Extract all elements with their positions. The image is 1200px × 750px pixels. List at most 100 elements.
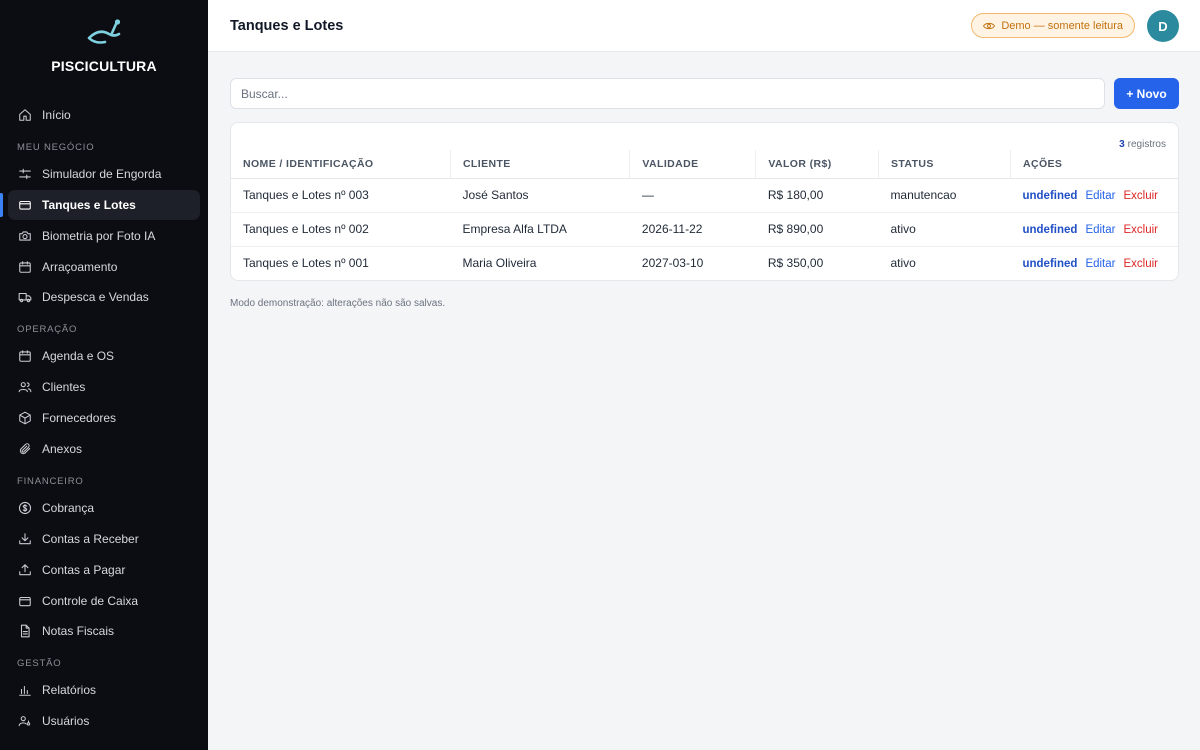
truck-icon — [17, 290, 32, 305]
view-link[interactable]: undefined — [1022, 190, 1077, 202]
records-card: 3 registros NOME / IDENTIFICAÇÃO CLIENTE… — [230, 122, 1179, 281]
toolbar: + Novo — [230, 78, 1179, 109]
column-header-cliente[interactable]: CLIENTE — [449, 150, 630, 179]
sliders-icon — [17, 166, 32, 181]
sidebar-item-label: Usuários — [42, 714, 90, 729]
fish-logo-icon — [87, 19, 121, 44]
cell-validade: — — [629, 178, 756, 213]
sidebar-item-label: Notas Fiscais — [42, 624, 115, 639]
calendar-icon — [17, 349, 32, 364]
delete-link[interactable]: Excluir — [1123, 224, 1158, 236]
sidebar-item-label: Agenda e OS — [42, 349, 115, 364]
cell-status: ativo — [878, 212, 1011, 247]
sidebar-item-contas-receber[interactable]: Contas a Receber — [8, 524, 200, 554]
cell-status: manutencao — [878, 178, 1011, 213]
box-icon — [17, 411, 32, 426]
sidebar-item-relatorios[interactable]: Relatórios — [8, 675, 200, 705]
sidebar-item-contas-pagar[interactable]: Contas a Pagar — [8, 555, 200, 585]
sidebar-item-agenda[interactable]: Agenda e OS — [8, 341, 200, 371]
cell-nome: Tanques e Lotes nº 003 — [231, 178, 451, 213]
cell-cliente: José Santos — [450, 178, 630, 213]
sidebar-item-controle-caixa[interactable]: Controle de Caixa — [8, 586, 200, 616]
sidebar-item-label: Despesca e Vendas — [42, 290, 149, 305]
sidebar-item-label: Início — [42, 108, 71, 122]
section-financeiro: FINANCEIRO — [17, 475, 84, 487]
table-row: Tanques e Lotes nº 002 Empresa Alfa LTDA… — [231, 212, 1178, 247]
cell-valor: R$ 350,00 — [767, 256, 824, 271]
layers-icon — [17, 197, 32, 212]
sidebar-item-usuarios[interactable]: Usuários — [8, 706, 200, 736]
sidebar-item-label: Cobrança — [42, 500, 95, 515]
table-row: Tanques e Lotes nº 001 Maria Oliveira 20… — [231, 246, 1178, 280]
edit-link[interactable]: Editar — [1085, 224, 1115, 236]
records-table: NOME / IDENTIFICAÇÃO CLIENTE VALIDADE VA… — [231, 150, 1178, 280]
sidebar-item-label: Anexos — [42, 442, 83, 457]
table-row: Tanques e Lotes nº 003 José Santos — R$ … — [231, 178, 1178, 213]
home-icon — [17, 108, 32, 123]
edit-link[interactable]: Editar — [1085, 190, 1115, 202]
active-indicator — [0, 193, 3, 217]
cell-cliente: Empresa Alfa LTDA — [450, 212, 630, 247]
demo-badge: Demo — somente leitura — [971, 13, 1135, 38]
sidebar-item-arracoamento[interactable]: Arraçoamento — [8, 252, 200, 282]
sidebar-item-label: Contas a Receber — [42, 531, 139, 546]
top-header: Tanques e Lotes Demo — somente leitura D — [208, 0, 1200, 52]
document-icon — [17, 624, 32, 639]
sidebar-item-label: Controle de Caixa — [42, 593, 139, 608]
section-operacao: OPERAÇÃO — [17, 324, 78, 336]
dollar-circle-icon — [17, 500, 32, 515]
sidebar-item-notas-fiscais[interactable]: Notas Fiscais — [8, 616, 200, 646]
sidebar-item-biometria[interactable]: Biometria por Foto IA — [8, 221, 200, 251]
delete-link[interactable]: Excluir — [1123, 190, 1158, 202]
column-header-status[interactable]: STATUS — [877, 150, 1011, 179]
sidebar-item-simulador[interactable]: Simulador de Engorda — [8, 159, 200, 189]
sidebar-item-despesca[interactable]: Despesca e Vendas — [8, 282, 200, 312]
brand: PISCICULTURA — [0, 0, 208, 100]
column-header-validade[interactable]: VALIDADE — [629, 150, 756, 179]
sidebar-item-inicio[interactable]: Início — [8, 100, 200, 130]
edit-link[interactable]: Editar — [1085, 258, 1115, 270]
calendar-icon — [17, 259, 32, 274]
view-link[interactable]: undefined — [1022, 258, 1077, 270]
column-header-nome[interactable]: NOME / IDENTIFICAÇÃO — [231, 150, 451, 179]
sidebar-item-label: Relatórios — [42, 683, 97, 698]
record-count-label: registros — [1127, 139, 1166, 150]
demo-badge-label: Demo — somente leitura — [1001, 19, 1123, 32]
paperclip-icon — [17, 442, 32, 457]
user-key-icon — [17, 714, 32, 729]
cell-actions: undefined Editar Excluir — [1010, 178, 1178, 213]
users-icon — [17, 380, 32, 395]
cell-validade: 2026-11-22 — [629, 212, 756, 247]
cell-actions: undefined Editar Excluir — [1010, 212, 1178, 247]
camera-icon — [17, 228, 32, 243]
sidebar-item-fornecedores[interactable]: Fornecedores — [8, 403, 200, 433]
brand-name: PISCICULTURA — [51, 58, 157, 74]
sidebar-nav: Início MEU NEGÓCIO Simulador de Engorda … — [0, 100, 208, 736]
sidebar-item-label: Biometria por Foto IA — [42, 228, 156, 243]
sidebar-item-label: Contas a Pagar — [42, 562, 126, 577]
page-title: Tanques e Lotes — [230, 17, 344, 34]
bar-chart-icon — [17, 683, 32, 698]
sidebar-item-label: Fornecedores — [42, 411, 117, 426]
sidebar-item-anexos[interactable]: Anexos — [8, 434, 200, 464]
new-button[interactable]: + Novo — [1114, 78, 1179, 109]
sidebar-item-clientes[interactable]: Clientes — [8, 372, 200, 402]
cell-actions: undefined Editar Excluir — [1010, 246, 1178, 280]
sidebar-item-tanques[interactable]: Tanques e Lotes — [8, 189, 200, 220]
table-header-row: NOME / IDENTIFICAÇÃO CLIENTE VALIDADE VA… — [231, 150, 1178, 179]
section-gestao: GESTÃO — [17, 658, 62, 670]
eye-icon — [983, 22, 996, 29]
demo-footnote: Modo demonstração: alterações não são sa… — [230, 298, 446, 309]
delete-link[interactable]: Excluir — [1123, 258, 1158, 270]
cell-validade: 2027-03-10 — [641, 256, 704, 271]
view-link[interactable]: undefined — [1022, 224, 1077, 236]
sidebar-item-cobranca[interactable]: Cobrança — [8, 493, 200, 523]
column-header-valor[interactable]: VALOR (R$) — [755, 150, 879, 179]
sidebar-item-label: Clientes — [42, 380, 86, 395]
record-count: 3 registros — [231, 123, 1178, 150]
cell-cliente: Maria Oliveira — [462, 256, 537, 271]
sidebar: PISCICULTURA Início MEU NEGÓCIO Simulado… — [0, 0, 208, 750]
cell-nome: Tanques e Lotes nº 002 — [231, 212, 451, 247]
avatar[interactable]: D — [1147, 10, 1179, 42]
search-input[interactable] — [230, 78, 1105, 109]
